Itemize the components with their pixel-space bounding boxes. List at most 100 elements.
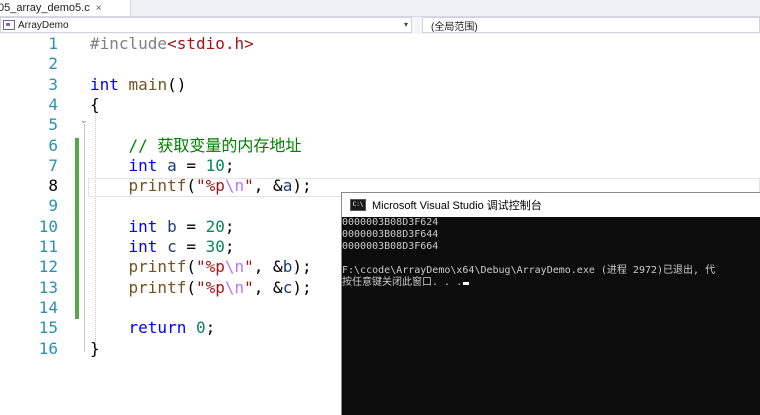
line-number: 6 — [48, 135, 58, 155]
code-token: { — [90, 94, 100, 114]
code-token: int — [90, 74, 119, 94]
code-line[interactable]: 3 int main() — [0, 75, 760, 95]
console-line: 0000003B08D3F664 — [342, 241, 439, 252]
code-token: a — [167, 155, 177, 175]
code-token: 10 — [205, 155, 225, 175]
code-token: , & — [253, 176, 283, 196]
code-text: int c = 30; — [90, 237, 235, 257]
scope-label: (全局范围) — [431, 21, 478, 33]
document-tab-strip: 05_array_demo5.c × — [0, 0, 760, 17]
code-token: "%p — [195, 176, 225, 196]
code-token: " — [244, 257, 254, 277]
code-token: return — [128, 318, 187, 338]
code-text: printf("%p\n", &b); — [90, 257, 312, 277]
code-line[interactable]: 5 — [0, 115, 760, 135]
line-number: 11 — [38, 237, 58, 256]
line-number: 3 — [48, 74, 58, 94]
code-token: ( — [186, 277, 196, 297]
code-token: int — [128, 237, 158, 256]
code-token: main — [128, 74, 168, 94]
code-line[interactable]: 2 — [0, 54, 760, 74]
code-token: = — [176, 237, 206, 256]
code-line[interactable]: 4{ — [0, 95, 760, 115]
code-line[interactable]: 6 // 获取变量的内存地址 — [0, 136, 760, 156]
line-number: 7 — [48, 155, 58, 175]
code-text: printf("%p\n", &c); — [90, 278, 312, 298]
code-token: #include — [90, 34, 168, 53]
code-token: printf — [128, 176, 187, 196]
line-number: 14 — [38, 297, 58, 317]
debug-console-window[interactable]: C:\ Microsoft Visual Studio 调试控制台 000000… — [341, 192, 760, 415]
code-token: c — [167, 237, 177, 256]
console-cursor — [463, 282, 470, 285]
console-output: 0000003B08D3F624 0000003B08D3F644 0000003B… — [342, 217, 760, 289]
line-number: 9 — [48, 196, 58, 216]
line-number: 5 — [48, 115, 58, 135]
code-line[interactable]: 7 int a = 10; — [0, 156, 760, 176]
code-text: } — [90, 339, 100, 359]
code-token: , & — [253, 257, 283, 277]
code-token: , & — [253, 277, 283, 297]
code-token: ; — [224, 216, 235, 236]
code-token: <stdio.h> — [167, 34, 254, 53]
code-token: () — [167, 74, 187, 94]
code-text: int main() — [90, 75, 186, 95]
chevron-down-icon[interactable]: ▾ — [404, 20, 408, 29]
console-title: Microsoft Visual Studio 调试控制台 — [372, 200, 542, 212]
line-number: 4 — [48, 94, 58, 114]
scope-dropdown[interactable]: (全局范围) — [422, 17, 760, 33]
line-number: 13 — [38, 277, 58, 297]
close-tab-icon[interactable]: × — [96, 3, 102, 14]
code-token: = — [176, 155, 206, 175]
console-line: 0000003B08D3F644 — [342, 229, 439, 240]
code-token: \n — [224, 176, 245, 196]
code-token: ; — [224, 237, 235, 256]
code-token: ( — [186, 257, 196, 277]
code-text: int a = 10; — [90, 156, 235, 176]
code-token: int — [128, 216, 158, 236]
line-number: 12 — [38, 257, 58, 277]
code-token: b — [282, 257, 293, 277]
project-icon — [3, 20, 15, 30]
code-token: \n — [224, 257, 245, 277]
code-text: printf("%p\n", &a); — [90, 176, 312, 196]
tab-05-array-demo5[interactable]: 05_array_demo5.c × — [0, 0, 131, 16]
code-text: // 获取变量的内存地址 — [90, 135, 302, 156]
code-token: \n — [224, 277, 245, 297]
code-text: return 0; — [90, 318, 216, 338]
code-token: ); — [292, 257, 312, 277]
code-token: // 获取变量的内存地址 — [90, 135, 302, 155]
code-token: 30 — [205, 237, 225, 256]
code-token: " — [244, 277, 254, 297]
code-token: " — [244, 176, 254, 196]
code-text: #include<stdio.h> — [90, 34, 254, 54]
line-number: 10 — [38, 216, 58, 236]
code-token: ); — [292, 277, 312, 297]
code-token: ( — [186, 176, 196, 196]
code-token: 0 — [195, 318, 206, 338]
code-line[interactable]: 1 #include<stdio.h> — [0, 34, 760, 54]
code-text: int b = 20; — [90, 217, 235, 237]
console-app-icon: C:\ — [350, 199, 366, 211]
code-token: "%p — [195, 277, 225, 297]
console-line: 0000003B08D3F624 — [342, 217, 439, 228]
code-token: ); — [292, 176, 312, 196]
console-line: F:\ccode\ArrayDemo\x64\Debug\ArrayDemo.e… — [342, 265, 716, 276]
console-line: 按任意键关闭此窗口. . . — [342, 277, 760, 289]
code-token: printf — [128, 277, 187, 297]
project-dropdown[interactable]: ArrayDemo ▾ — [0, 17, 412, 33]
code-text: { — [90, 95, 100, 115]
code-token: printf — [128, 257, 187, 277]
console-titlebar[interactable]: C:\ Microsoft Visual Studio 调试控制台 — [342, 193, 760, 217]
navigation-bar: ArrayDemo ▾ (全局范围) — [0, 17, 760, 35]
